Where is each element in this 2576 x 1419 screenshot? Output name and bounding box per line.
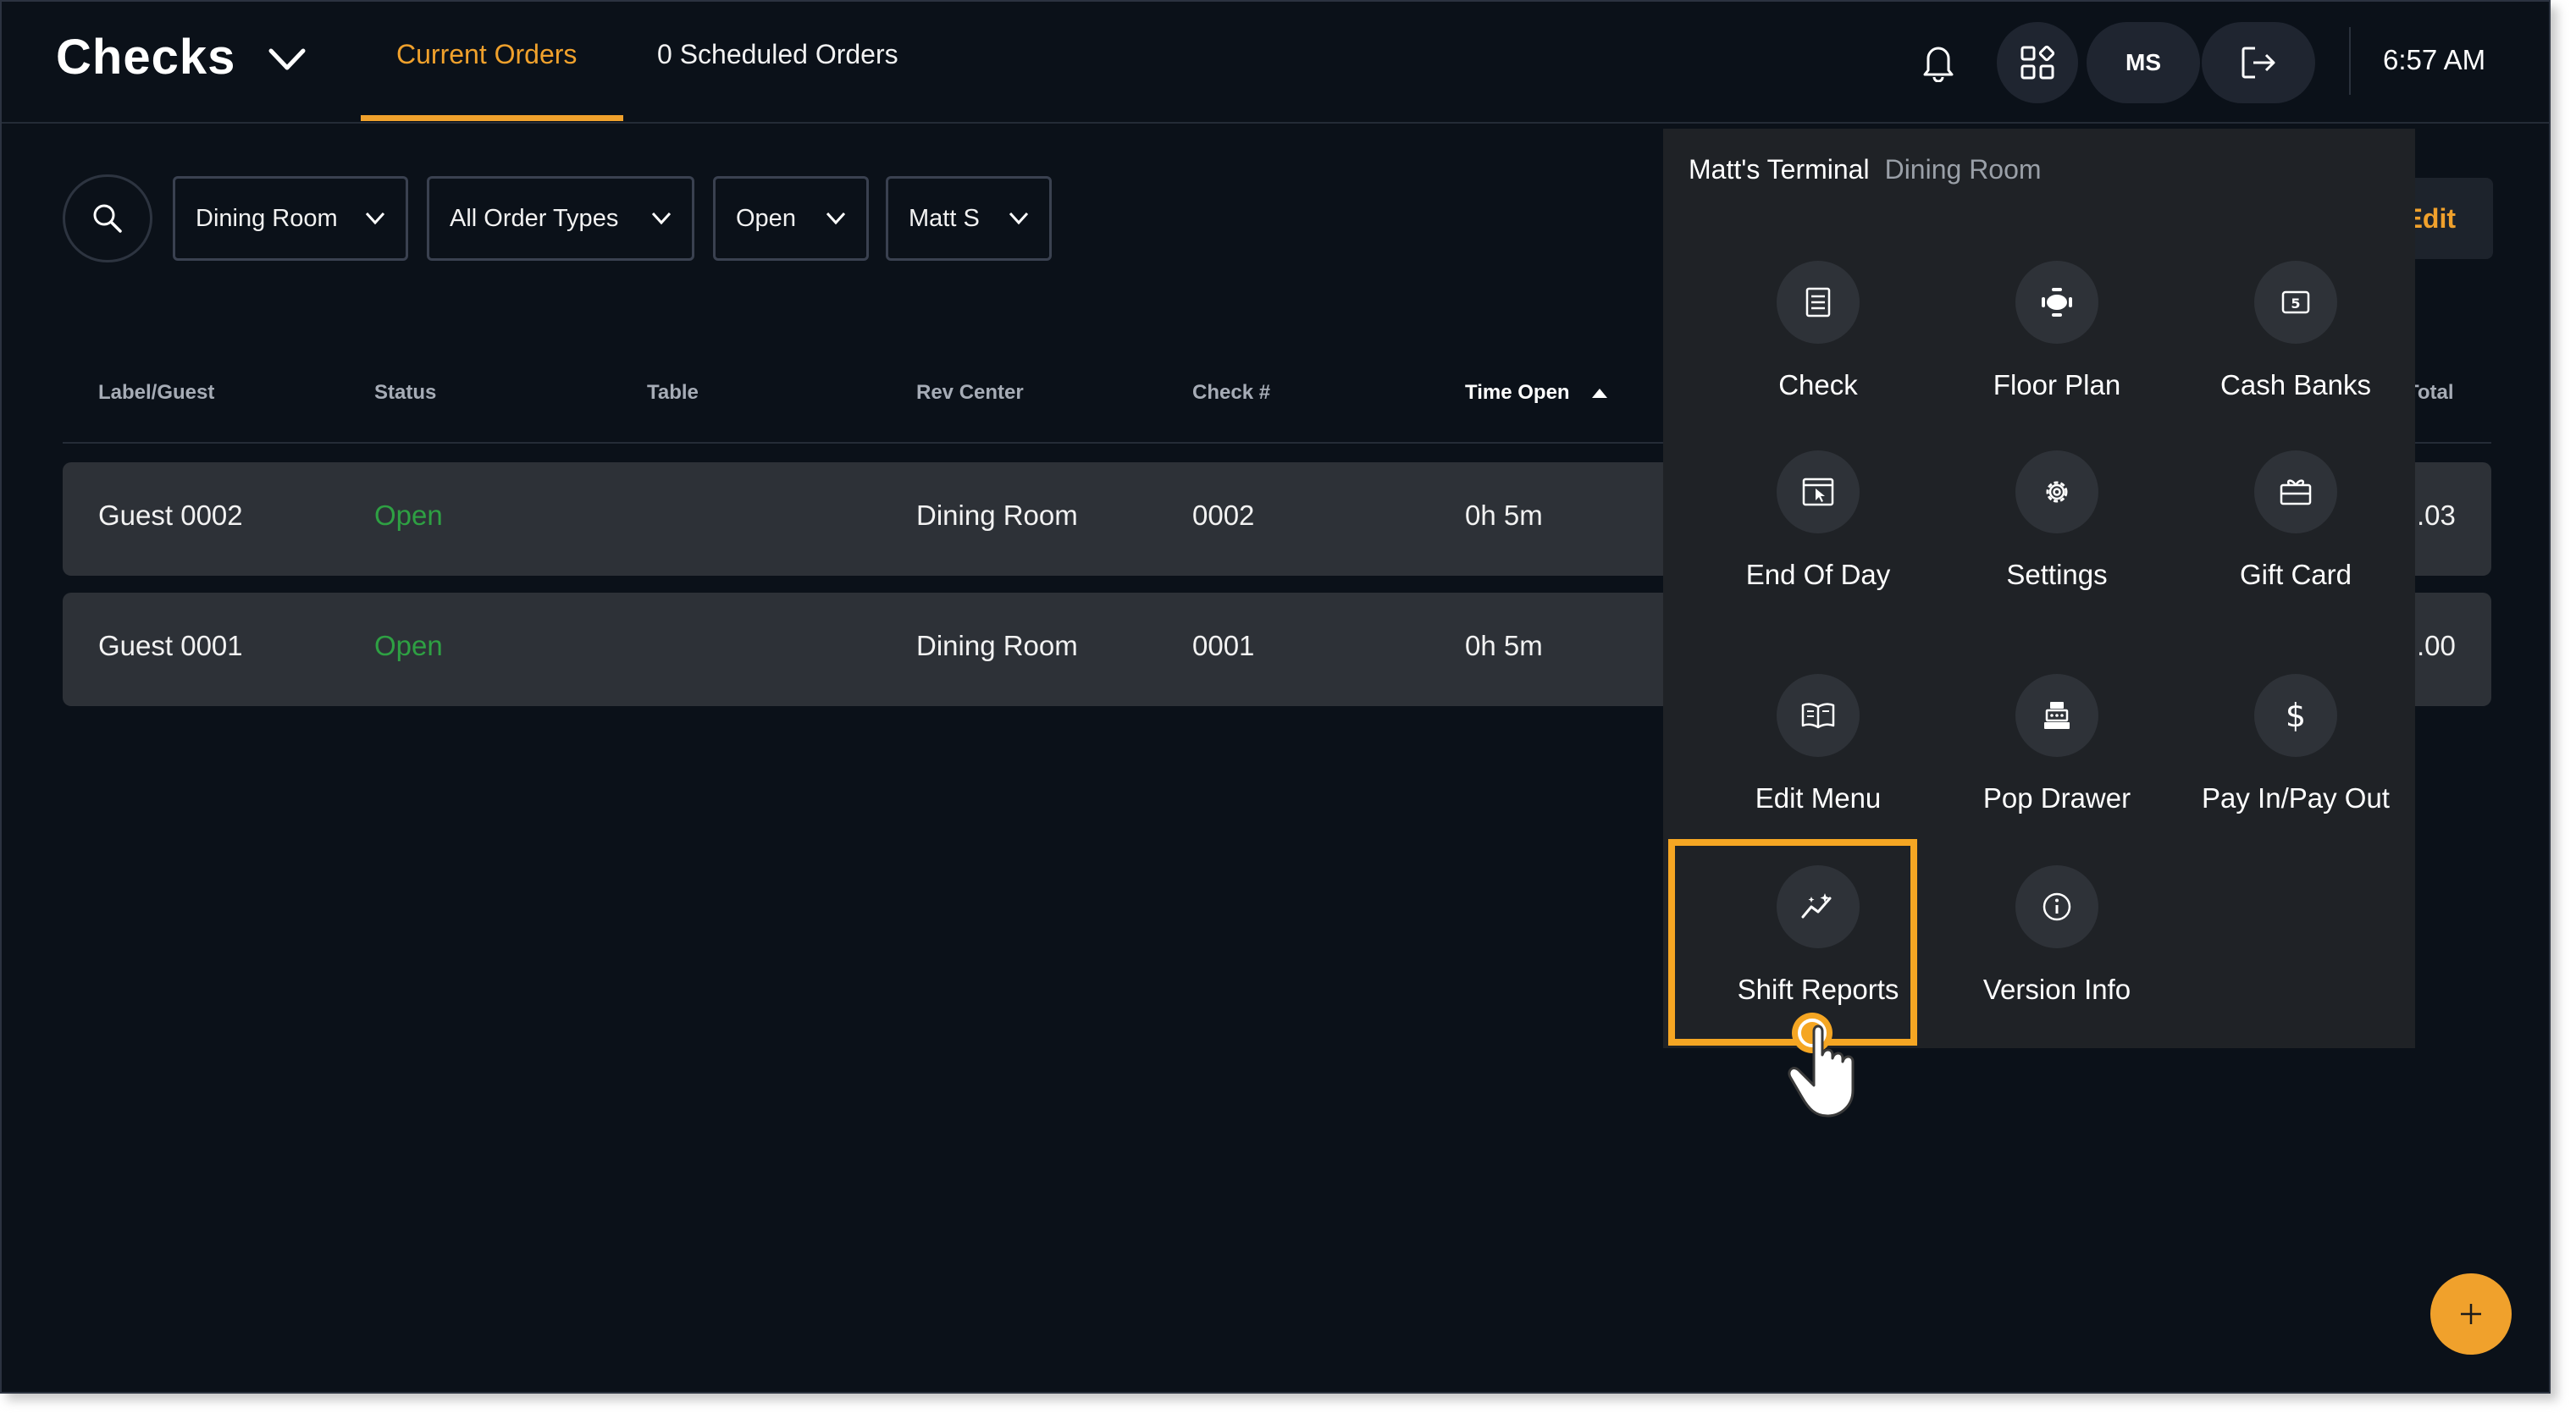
popup-header: Matt's Terminal Dining Room bbox=[1689, 154, 2042, 185]
column-header-status[interactable]: Status bbox=[374, 381, 436, 405]
menu-item-label: Check bbox=[1778, 369, 1858, 400]
gift-card-icon bbox=[2280, 479, 2312, 505]
menu-item-check[interactable]: Check bbox=[1699, 261, 1938, 456]
plus-icon bbox=[2461, 1304, 2481, 1324]
receipt-icon bbox=[1805, 287, 1831, 317]
sort-ascending-icon bbox=[1592, 389, 1608, 398]
menu-item-floor-plan[interactable]: Floor Plan bbox=[1938, 261, 2176, 456]
svg-text:5: 5 bbox=[2291, 295, 2300, 312]
search-button[interactable] bbox=[63, 174, 152, 262]
menu-item-label: Settings bbox=[2006, 559, 2108, 590]
menu-item-label: Pay In/Pay Out bbox=[2202, 782, 2390, 814]
logout-icon[interactable] bbox=[2202, 22, 2315, 103]
time-open-cell: 0h 5m bbox=[1465, 500, 1543, 531]
app-window: Checks Current Orders 0 Scheduled Orders… bbox=[0, 0, 2551, 1394]
menu-item-pop-drawer[interactable]: Pop Drawer bbox=[1938, 674, 2176, 869]
cash-register-icon bbox=[2044, 702, 2070, 729]
guest-label: Guest 0002 bbox=[98, 500, 243, 531]
menu-item-end-of-day[interactable]: End Of Day bbox=[1699, 450, 1938, 645]
apps-grid-icon[interactable] bbox=[1997, 22, 2078, 103]
active-tab-underline bbox=[361, 115, 623, 121]
menu-item-pay-in-pay-out[interactable]: $ Pay In/Pay Out bbox=[2176, 674, 2415, 869]
menu-item-label: Floor Plan bbox=[1993, 369, 2121, 400]
filter-order-types-label: All Order Types bbox=[450, 204, 619, 232]
menu-item-version-info[interactable]: Version Info bbox=[1938, 865, 2176, 1060]
total-cell: .03 bbox=[2417, 500, 2456, 531]
menu-item-cash-banks[interactable]: 5 Cash Banks bbox=[2176, 261, 2415, 456]
column-header-time-open-label: Time Open bbox=[1465, 381, 1570, 404]
menu-item-label: Version Info bbox=[1982, 974, 2131, 1005]
check-number-cell: 0001 bbox=[1192, 630, 1255, 661]
menu-item-label: Pop Drawer bbox=[1982, 782, 2131, 814]
menu-item-label: Cash Banks bbox=[2220, 369, 2371, 400]
table-icon bbox=[2042, 288, 2072, 317]
filter-status-label: Open bbox=[736, 204, 796, 232]
menu-item-settings[interactable]: Settings bbox=[1938, 450, 2176, 645]
gear-icon bbox=[2046, 481, 2068, 503]
rev-center-cell: Dining Room bbox=[916, 500, 1078, 531]
menu-item-label: End Of Day bbox=[1745, 559, 1891, 590]
info-icon bbox=[2043, 892, 2071, 921]
status-badge: Open bbox=[374, 500, 443, 531]
window-cursor-icon bbox=[1802, 478, 1834, 506]
hand-pointer-icon bbox=[1788, 1013, 1855, 1118]
column-header-label-guest[interactable]: Label/Guest bbox=[98, 381, 214, 405]
check-number-cell: 0002 bbox=[1192, 500, 1255, 531]
filter-rev-center-label: Dining Room bbox=[196, 204, 338, 232]
menu-item-label: Edit Menu bbox=[1755, 782, 1882, 814]
header-divider bbox=[2349, 27, 2351, 95]
status-badge: Open bbox=[374, 630, 443, 661]
user-avatar[interactable]: MS bbox=[2087, 22, 2200, 103]
column-header-time-open[interactable]: Time Open bbox=[1465, 381, 1609, 405]
search-icon bbox=[93, 204, 122, 233]
tab-current-orders[interactable]: Current Orders bbox=[396, 39, 577, 70]
chevron-down-icon bbox=[365, 212, 385, 225]
filter-order-types[interactable]: All Order Types bbox=[427, 176, 694, 261]
terminal-name: Matt's Terminal bbox=[1689, 154, 1870, 185]
filter-employee[interactable]: Matt S bbox=[886, 176, 1052, 261]
chevron-down-icon bbox=[1009, 212, 1029, 225]
cash-icon: 5 bbox=[2281, 290, 2310, 314]
dollar-icon: $ bbox=[2285, 697, 2307, 734]
tab-scheduled-orders[interactable]: 0 Scheduled Orders bbox=[657, 39, 898, 70]
guest-label: Guest 0001 bbox=[98, 630, 243, 661]
bell-icon[interactable] bbox=[1909, 36, 1968, 88]
terminal-room: Dining Room bbox=[1884, 154, 2042, 185]
page-title: Checks bbox=[56, 30, 236, 85]
column-header-check-number[interactable]: Check # bbox=[1192, 381, 1270, 405]
time-open-cell: 0h 5m bbox=[1465, 630, 1543, 661]
rev-center-cell: Dining Room bbox=[916, 630, 1078, 661]
menu-item-gift-card[interactable]: Gift Card bbox=[2176, 450, 2415, 645]
chevron-down-icon bbox=[826, 212, 846, 225]
column-header-rev-center[interactable]: Rev Center bbox=[916, 381, 1024, 405]
menu-item-label: Gift Card bbox=[2239, 559, 2352, 590]
filter-rev-center[interactable]: Dining Room bbox=[173, 176, 408, 261]
add-order-button[interactable] bbox=[2430, 1273, 2512, 1355]
total-cell: .00 bbox=[2417, 630, 2456, 661]
header: Checks Current Orders 0 Scheduled Orders… bbox=[2, 2, 2549, 124]
book-icon bbox=[1801, 703, 1835, 729]
column-header-table[interactable]: Table bbox=[647, 381, 699, 405]
clock: 6:57 AM bbox=[2383, 44, 2486, 75]
filter-status[interactable]: Open bbox=[713, 176, 869, 261]
chevron-down-icon bbox=[651, 212, 672, 225]
chevron-down-icon[interactable] bbox=[266, 42, 308, 76]
filter-employee-label: Matt S bbox=[909, 204, 980, 232]
